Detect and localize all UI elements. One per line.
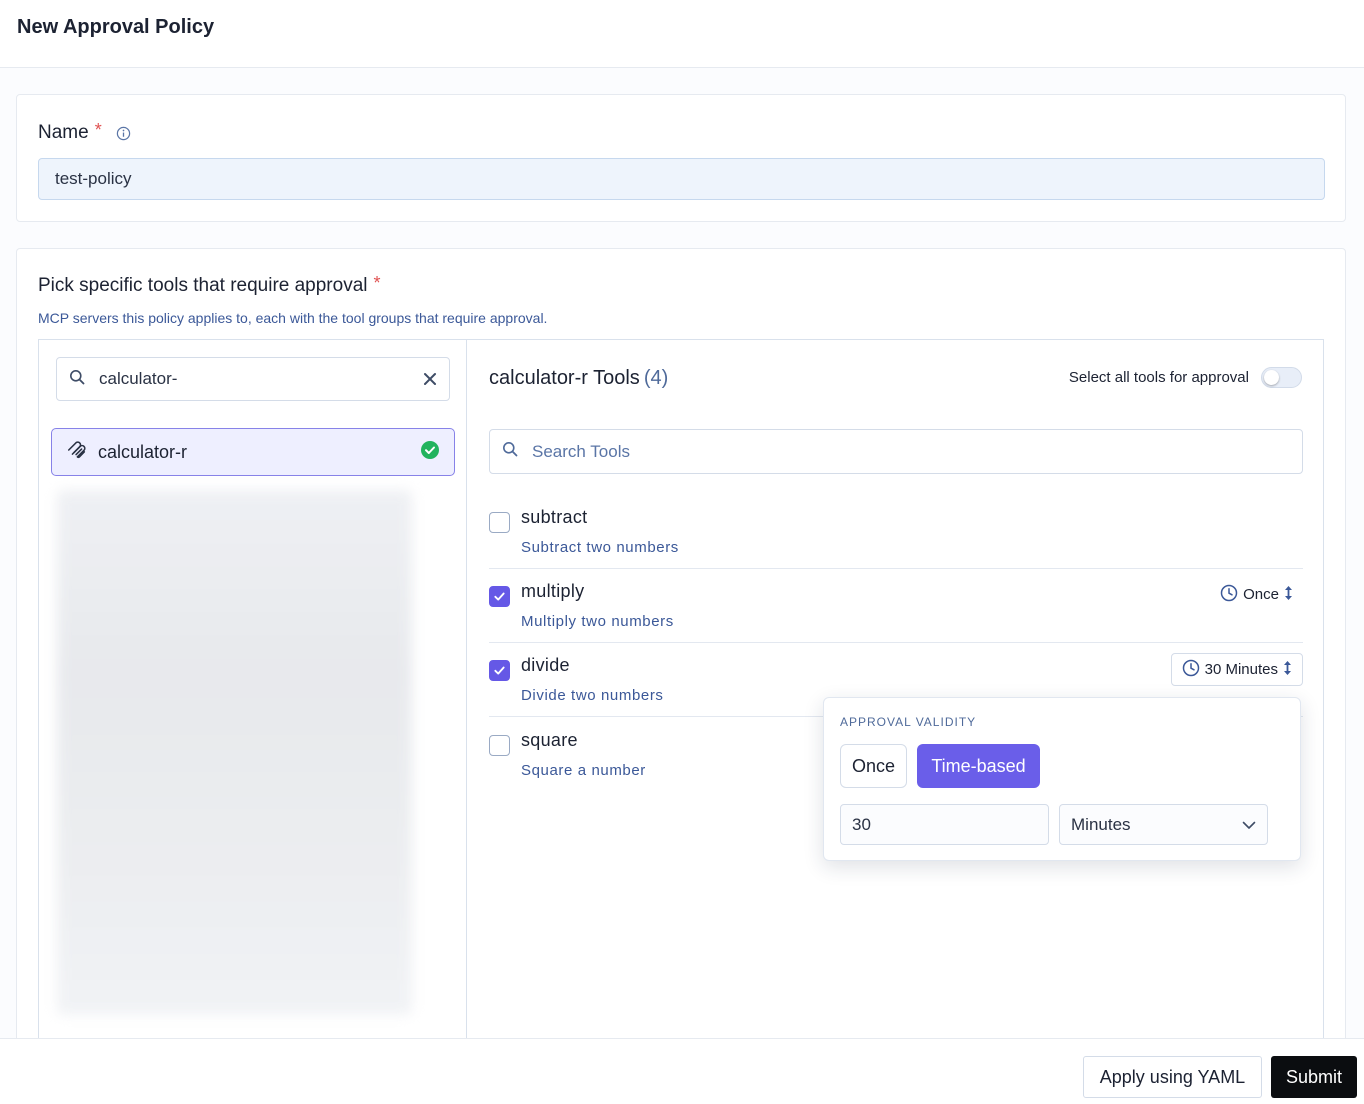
validity-selector[interactable]: 30 Minutes — [1170, 653, 1303, 686]
tool-search-field[interactable] — [532, 441, 1290, 462]
tools-subtitle: MCP servers this policy applies to, each… — [38, 310, 548, 326]
required-mark: * — [94, 119, 102, 140]
tool-name: square — [521, 730, 578, 750]
page-title: New Approval Policy — [17, 16, 215, 38]
check-circle-icon — [420, 440, 440, 465]
tool-search-input[interactable] — [489, 429, 1303, 474]
tools-section: Pick specific tools that require approva… — [16, 248, 1346, 1059]
mcp-server-icon — [66, 439, 88, 466]
checkmark-icon — [494, 592, 505, 601]
tool-description: Multiply two numbers — [521, 613, 674, 630]
clock-icon — [1182, 659, 1200, 681]
search-icon — [502, 441, 518, 462]
once-option-button[interactable]: Once — [840, 744, 907, 788]
form-footer: Apply using YAML Submit — [0, 1038, 1364, 1104]
updown-icon — [1284, 585, 1293, 605]
tools-pane-title: calculator-r Tools (4) — [489, 367, 668, 390]
tool-row-subtract: subtract Subtract two numbers — [489, 495, 1303, 569]
name-label: Name — [38, 122, 89, 143]
clear-icon[interactable] — [423, 372, 437, 386]
popover-title: APPROVAL VALIDITY — [840, 715, 977, 729]
name-section: Name * test-policy — [16, 94, 1346, 222]
server-item-calculator-r[interactable]: calculator-r — [51, 428, 455, 476]
toggle-knob — [1264, 370, 1279, 385]
tools-label: Pick specific tools that require approva… — [38, 275, 368, 296]
server-name: calculator-r — [98, 441, 188, 462]
tool-description: Square a number — [521, 762, 646, 779]
chevron-down-icon — [1242, 815, 1256, 835]
name-label-row: Name * — [38, 119, 131, 144]
time-based-option-button[interactable]: Time-based — [917, 744, 1040, 788]
tool-checkbox[interactable] — [489, 512, 510, 533]
servers-pane: calculator- calculator-r — [39, 340, 467, 1059]
duration-unit-select[interactable]: Minutes — [1059, 804, 1268, 845]
tool-name: multiply — [521, 581, 585, 601]
tools-count: (4) — [643, 367, 669, 389]
tool-name: divide — [521, 655, 570, 675]
search-icon — [69, 369, 85, 390]
name-input[interactable]: test-policy — [38, 158, 1325, 200]
tool-row-multiply: multiply Multiply two numbers Once — [489, 569, 1303, 643]
select-all-label: Select all tools for approval — [1068, 369, 1249, 386]
duration-unit-value: Minutes — [1071, 814, 1131, 834]
tool-checkbox[interactable] — [489, 735, 510, 756]
submit-button[interactable]: Submit — [1271, 1056, 1357, 1098]
select-all-toggle[interactable] — [1261, 367, 1302, 388]
checkmark-icon — [494, 666, 505, 675]
approval-validity-popover: APPROVAL VALIDITY Once Time-based 30 Min… — [823, 697, 1301, 861]
duration-amount-input[interactable]: 30 — [840, 804, 1049, 845]
tools-label-row: Pick specific tools that require approva… — [38, 272, 381, 297]
apply-yaml-button[interactable]: Apply using YAML — [1083, 1056, 1262, 1098]
blurred-server-list — [57, 490, 412, 1015]
tool-name: subtract — [521, 507, 588, 527]
select-all-row: Select all tools for approval — [1069, 367, 1302, 388]
tools-title-text: calculator-r Tools — [489, 367, 640, 389]
validity-value: Once — [1243, 586, 1279, 603]
tool-description: Subtract two numbers — [521, 539, 679, 556]
tool-checkbox[interactable] — [489, 660, 510, 681]
required-mark: * — [373, 272, 381, 293]
validity-selector[interactable]: Once — [1210, 578, 1303, 611]
clock-icon — [1220, 584, 1238, 606]
tool-description: Divide two numbers — [521, 687, 664, 704]
server-search-input[interactable]: calculator- — [56, 357, 450, 401]
server-search-value: calculator- — [99, 369, 178, 388]
tool-checkbox[interactable] — [489, 586, 510, 607]
page-header: New Approval Policy — [0, 0, 1364, 68]
info-icon[interactable] — [116, 126, 131, 141]
updown-icon — [1283, 660, 1292, 680]
validity-value: 30 Minutes — [1204, 661, 1278, 678]
